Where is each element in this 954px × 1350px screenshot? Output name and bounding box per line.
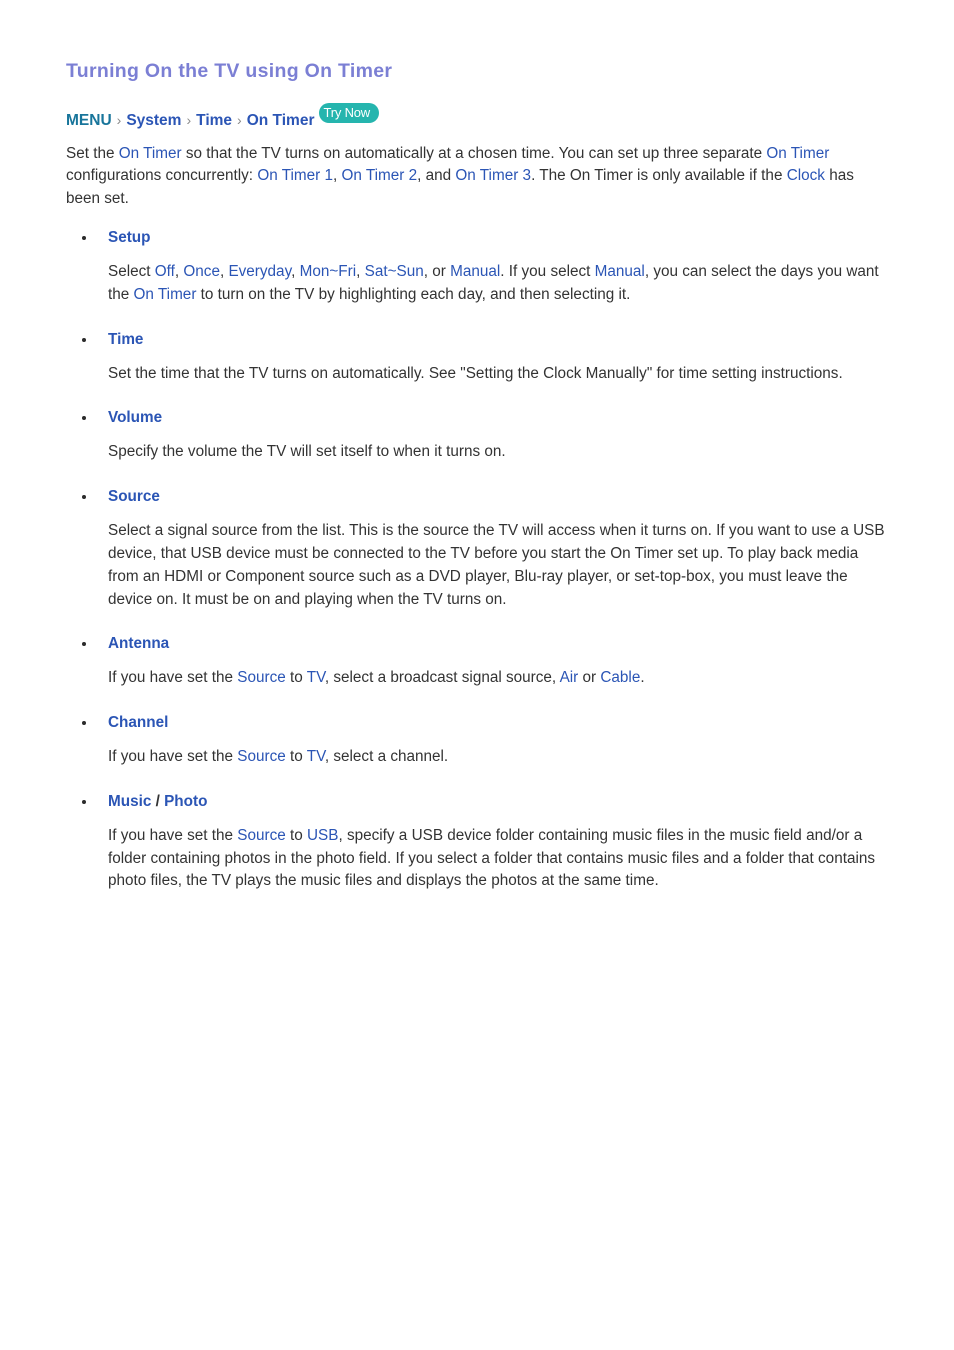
link-usb[interactable]: USB <box>307 827 338 844</box>
link-on-timer-2[interactable]: On Timer <box>766 145 829 162</box>
section-label-channel: Channel <box>66 712 890 734</box>
breadcrumb-separator-3: › <box>237 112 242 129</box>
intro-text-1: Set the <box>66 144 119 162</box>
option-sat-sun[interactable]: Sat~Sun <box>365 263 424 280</box>
setup-text-1: Select <box>108 262 155 280</box>
section-body-music-photo: If you have set the Source to USB, speci… <box>66 825 890 893</box>
antenna-text-1: If you have set the <box>108 669 238 687</box>
antenna-text-4: or <box>578 669 601 687</box>
list-item-channel: Channel If you have set the Source to TV… <box>66 712 890 769</box>
setup-text-7: . If you select <box>500 262 595 280</box>
intro-text-5: , and <box>417 167 456 185</box>
page-title: Turning On the TV using On Timer <box>66 60 393 82</box>
section-body-volume: Specify the volume the TV will set itsel… <box>108 443 506 461</box>
section-body-setup: Select Off, Once, Everyday, Mon~Fri, Sat… <box>66 261 890 307</box>
link-cable[interactable]: Cable <box>600 669 640 686</box>
breadcrumb-item-system[interactable]: System <box>126 112 181 129</box>
settings-list: Setup Select Off, Once, Everyday, Mon~Fr… <box>66 227 890 893</box>
list-item-antenna: Antenna If you have set the Source to TV… <box>66 633 890 690</box>
list-item-music-photo: Music / Photo If you have set the Source… <box>66 791 890 893</box>
antenna-text-3: , select a broadcast signal source, <box>324 669 560 687</box>
intro-paragraph: Set the On Timer so that the TV turns on… <box>66 143 856 211</box>
breadcrumb-item-on-timer[interactable]: On Timer <box>247 112 315 129</box>
link-source-channel[interactable]: Source <box>237 748 285 765</box>
section-body-time: Set the time that the TV turns on automa… <box>108 364 843 382</box>
option-off[interactable]: Off <box>155 263 175 280</box>
channel-text-1: If you have set the <box>108 748 238 766</box>
intro-text-3: configurations concurrently: <box>66 167 258 185</box>
link-air[interactable]: Air <box>560 669 579 686</box>
music-photo-text-1: If you have set the <box>108 826 238 844</box>
channel-text-2: to <box>285 748 307 766</box>
section-body-source: Select a signal source from the list. Th… <box>108 522 885 608</box>
option-manual[interactable]: Manual <box>450 263 500 280</box>
antenna-text-5: . <box>640 669 645 687</box>
breadcrumb-separator-1: › <box>116 112 122 129</box>
breadcrumb: MENU › System › Time › On Timer Try Now <box>66 103 890 131</box>
link-tv-antenna[interactable]: TV <box>307 669 325 686</box>
setup-text-9: to turn on the TV by highlighting each d… <box>196 285 631 303</box>
section-label-time: Time <box>66 329 890 351</box>
label-photo: Photo <box>164 792 208 810</box>
section-label-volume: Volume <box>66 407 890 429</box>
antenna-text-2: to <box>285 669 307 687</box>
try-now-badge[interactable]: Try Now <box>319 103 379 124</box>
intro-text-2: so that the TV turns on automatically at… <box>181 144 767 162</box>
link-source-antenna[interactable]: Source <box>237 669 285 686</box>
link-on-timer-2-config[interactable]: On Timer 2 <box>341 167 417 184</box>
option-mon-fri[interactable]: Mon~Fri <box>300 263 357 280</box>
link-on-timer-1-config[interactable]: On Timer 1 <box>257 167 333 184</box>
section-label-antenna: Antenna <box>66 633 890 655</box>
link-source-usb[interactable]: Source <box>237 827 285 844</box>
channel-text-3: , select a channel. <box>324 748 449 766</box>
section-body-channel: If you have set the Source to TV, select… <box>66 746 890 769</box>
list-item-source: Source Select a signal source from the l… <box>66 486 890 611</box>
section-label-source: Source <box>66 486 890 508</box>
list-item-volume: Volume Specify the volume the TV will se… <box>66 407 890 464</box>
breadcrumb-separator-2: › <box>186 112 192 129</box>
option-once[interactable]: Once <box>183 263 220 280</box>
section-label-setup: Setup <box>66 227 890 249</box>
breadcrumb-item-time[interactable]: Time <box>196 112 232 129</box>
section-label-music-photo: Music / Photo <box>66 791 890 813</box>
option-manual-2[interactable]: Manual <box>595 263 645 280</box>
list-item-time: Time Set the time that the TV turns on a… <box>66 329 890 386</box>
link-on-timer-1[interactable]: On Timer <box>119 145 182 162</box>
section-body-antenna: If you have set the Source to TV, select… <box>66 667 890 690</box>
list-item-setup: Setup Select Off, Once, Everyday, Mon~Fr… <box>66 227 890 307</box>
setup-text-4: , <box>291 262 300 280</box>
option-everyday[interactable]: Everyday <box>228 263 291 280</box>
label-music: Music <box>108 792 152 810</box>
link-on-timer-3-config[interactable]: On Timer 3 <box>455 167 531 184</box>
music-photo-text-2: to <box>285 826 307 844</box>
document-page: Turning On the TV using On Timer MENU › Sy… <box>0 0 954 1350</box>
link-on-timer-setup[interactable]: On Timer <box>134 286 197 303</box>
label-separator: / <box>155 792 160 810</box>
intro-text-6: . The On Timer is only available if the <box>531 167 787 185</box>
link-tv-channel[interactable]: TV <box>307 748 325 765</box>
link-clock[interactable]: Clock <box>787 167 825 184</box>
breadcrumb-item-menu[interactable]: MENU <box>66 112 112 129</box>
setup-text-5: , <box>356 262 365 280</box>
setup-text-6: , or <box>423 262 451 280</box>
